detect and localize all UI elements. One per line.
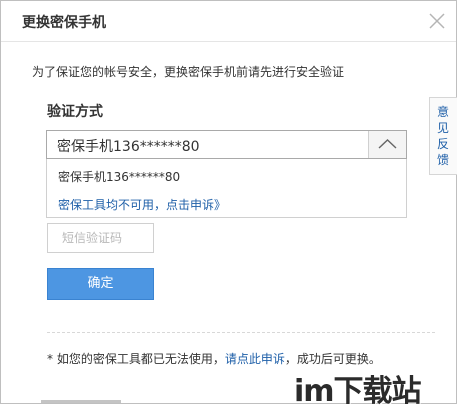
- chevron-up-icon: [378, 139, 397, 149]
- verification-method-value: 密保手机136******80: [57, 139, 200, 155]
- change-security-phone-dialog: 更换密保手机 为了保证您的帐号安全，更换密保手机前请先进行安全验证 验证方式 密…: [0, 0, 457, 404]
- select-toggle-button[interactable]: [368, 131, 406, 158]
- dropdown-option-phone[interactable]: 密保手机136******80: [58, 168, 180, 185]
- feedback-tab-label: 意见反馈: [437, 105, 450, 167]
- feedback-tab[interactable]: 意见反馈: [429, 97, 457, 175]
- confirm-button[interactable]: 确定: [47, 268, 154, 300]
- close-button[interactable]: [426, 10, 448, 32]
- verification-method-label: 验证方式: [47, 104, 103, 120]
- verification-method-select[interactable]: 密保手机136******80: [46, 130, 407, 159]
- watermark-logo: im下载站: [294, 366, 457, 409]
- watermark-text: im下载站: [294, 374, 422, 409]
- appeal-link[interactable]: 密保工具均不可用，点击申诉》: [58, 196, 226, 213]
- sms-code-input[interactable]: [47, 223, 154, 253]
- dialog-titlebar: 更换密保手机: [1, 1, 456, 42]
- bottom-clipped-text: [41, 397, 121, 403]
- divider: [47, 332, 435, 333]
- dialog-description: 为了保证您的帐号安全，更换密保手机前请先进行安全验证: [32, 65, 345, 79]
- close-icon: [429, 13, 445, 29]
- verification-method-dropdown: 密保手机136******80 密保工具均不可用，点击申诉》: [46, 159, 407, 218]
- footer-note-prefix: * 如您的密保工具都已无法使用，: [47, 352, 225, 366]
- footer-appeal-link[interactable]: 请点此申诉: [225, 352, 285, 366]
- footer-note-suffix: ，成功后可更换。: [284, 352, 381, 366]
- footer-note: * 如您的密保工具都已无法使用，请点此申诉，成功后可更换。: [47, 350, 381, 367]
- dialog-title: 更换密保手机: [22, 15, 106, 31]
